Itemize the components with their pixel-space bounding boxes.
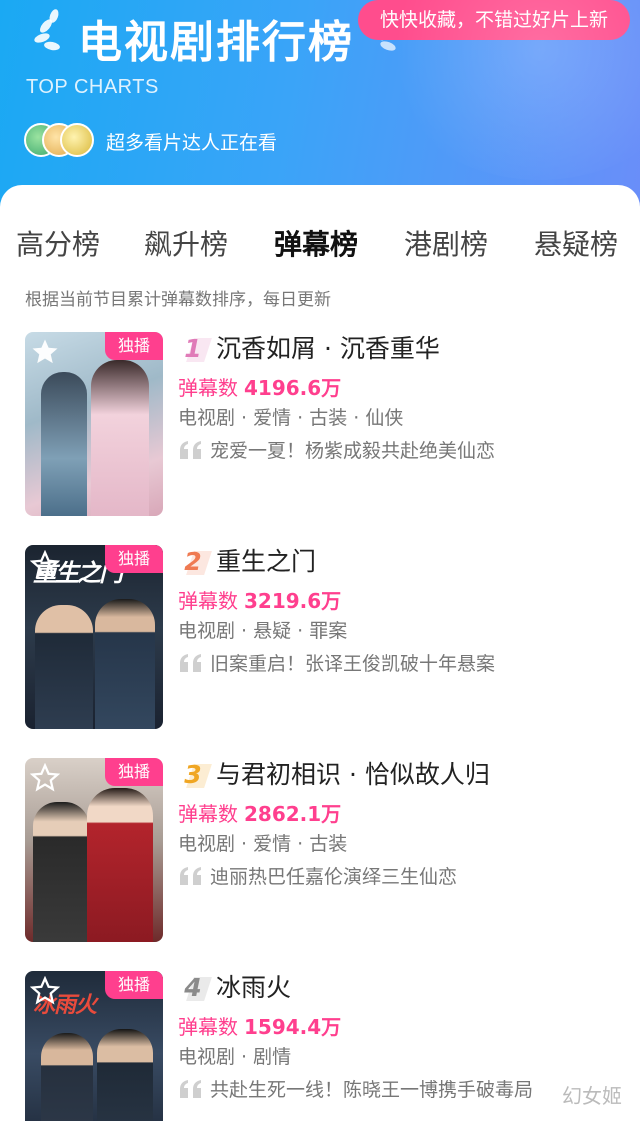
recommendation: 共赴生死一线！陈晓王一博携手破毒局 [178, 1075, 533, 1102]
rank-number: 4 [184, 973, 202, 1002]
promo-banner[interactable]: 快快收藏，不错过好片上新 [358, 0, 630, 40]
rank-number: 3 [184, 760, 202, 789]
list-item[interactable]: 独播 3 与君初相识 · 恰似故人归 弹幕数 2862.1万 电视剧 · 爱情 ·… [0, 758, 640, 944]
quote-icon [180, 441, 201, 459]
genre-tags: 电视剧 · 爱情 · 古装 · 仙侠 [178, 407, 404, 429]
recommendation: 宠爱一夏！杨紫成毅共赴绝美仙恋 [178, 436, 495, 463]
poster-image[interactable]: 重生之门 独播 [25, 545, 163, 729]
tab-hk-drama[interactable]: 港剧榜 [404, 223, 488, 263]
poster-image[interactable]: 冰雨火 独播 [25, 971, 163, 1121]
tab-mystery[interactable]: 悬疑榜 [534, 223, 618, 263]
star-icon[interactable] [30, 976, 60, 1006]
genre-tags: 电视剧 · 爱情 · 古装 [178, 833, 348, 855]
star-icon[interactable] [30, 763, 60, 793]
header-banner: 电视剧排行榜 TOP CHARTS 快快收藏，不错过好片上新 超多看片达人正在看 [0, 0, 640, 215]
drama-title[interactable]: 沉香如屑 · 沉香重华 [216, 332, 440, 366]
page-title: 电视剧排行榜 [78, 17, 354, 68]
viewers-text: 超多看片达人正在看 [106, 132, 278, 154]
rank-number: 1 [184, 334, 202, 363]
danmaku-count: 弹幕数 4196.6万 [178, 376, 342, 400]
rank-number: 2 [184, 547, 202, 576]
drama-title[interactable]: 冰雨火 [216, 971, 291, 1005]
drama-title[interactable]: 与君初相识 · 恰似故人归 [216, 758, 490, 792]
poster-image[interactable]: 独播 [25, 758, 163, 942]
genre-tags: 电视剧 · 悬疑 · 罪案 [178, 620, 348, 642]
drama-title[interactable]: 重生之门 [216, 545, 316, 579]
exclusive-badge: 独播 [105, 545, 163, 573]
viewer-avatars [24, 123, 98, 159]
exclusive-badge: 独播 [105, 758, 163, 786]
quote-icon [180, 1080, 201, 1098]
watermark: 幻女姬 [562, 1084, 622, 1108]
ranking-description: 根据当前节目累计弹幕数排序，每日更新 [25, 290, 331, 310]
tab-rising[interactable]: 飙升榜 [144, 223, 228, 263]
genre-tags: 电视剧 · 剧情 [178, 1046, 292, 1068]
danmaku-count: 弹幕数 2862.1万 [178, 802, 342, 826]
page-subtitle: TOP CHARTS [26, 76, 159, 98]
list-item[interactable]: 重生之门 独播 2 重生之门 弹幕数 3219.6万 电视剧 · 悬疑 · 罪案 … [0, 545, 640, 731]
poster-image[interactable]: 独播 [25, 332, 163, 516]
exclusive-badge: 独播 [105, 332, 163, 360]
avatar [60, 123, 94, 157]
list-item[interactable]: 冰雨火 独播 4 冰雨火 弹幕数 1594.4万 电视剧 · 剧情 共赴生死一线！… [0, 971, 640, 1121]
quote-icon [180, 654, 201, 672]
star-icon[interactable] [30, 337, 60, 367]
danmaku-count: 弹幕数 3219.6万 [178, 589, 342, 613]
quote-icon [180, 867, 201, 885]
tab-high-score[interactable]: 高分榜 [16, 223, 100, 263]
recommendation: 旧案重启！张译王俊凯破十年悬案 [178, 649, 495, 676]
tab-danmaku[interactable]: 弹幕榜 [274, 223, 358, 263]
tab-bar: 高分榜 飙升榜 弹幕榜 港剧榜 悬疑榜 [0, 223, 640, 263]
exclusive-badge: 独播 [105, 971, 163, 999]
recommendation: 迪丽热巴任嘉伦演绎三生仙恋 [178, 862, 457, 889]
list-item[interactable]: 独播 1 沉香如屑 · 沉香重华 弹幕数 4196.6万 电视剧 · 爱情 · 古… [0, 332, 640, 518]
danmaku-count: 弹幕数 1594.4万 [178, 1015, 342, 1039]
star-icon[interactable] [30, 550, 60, 580]
laurel-left-icon [34, 9, 60, 51]
